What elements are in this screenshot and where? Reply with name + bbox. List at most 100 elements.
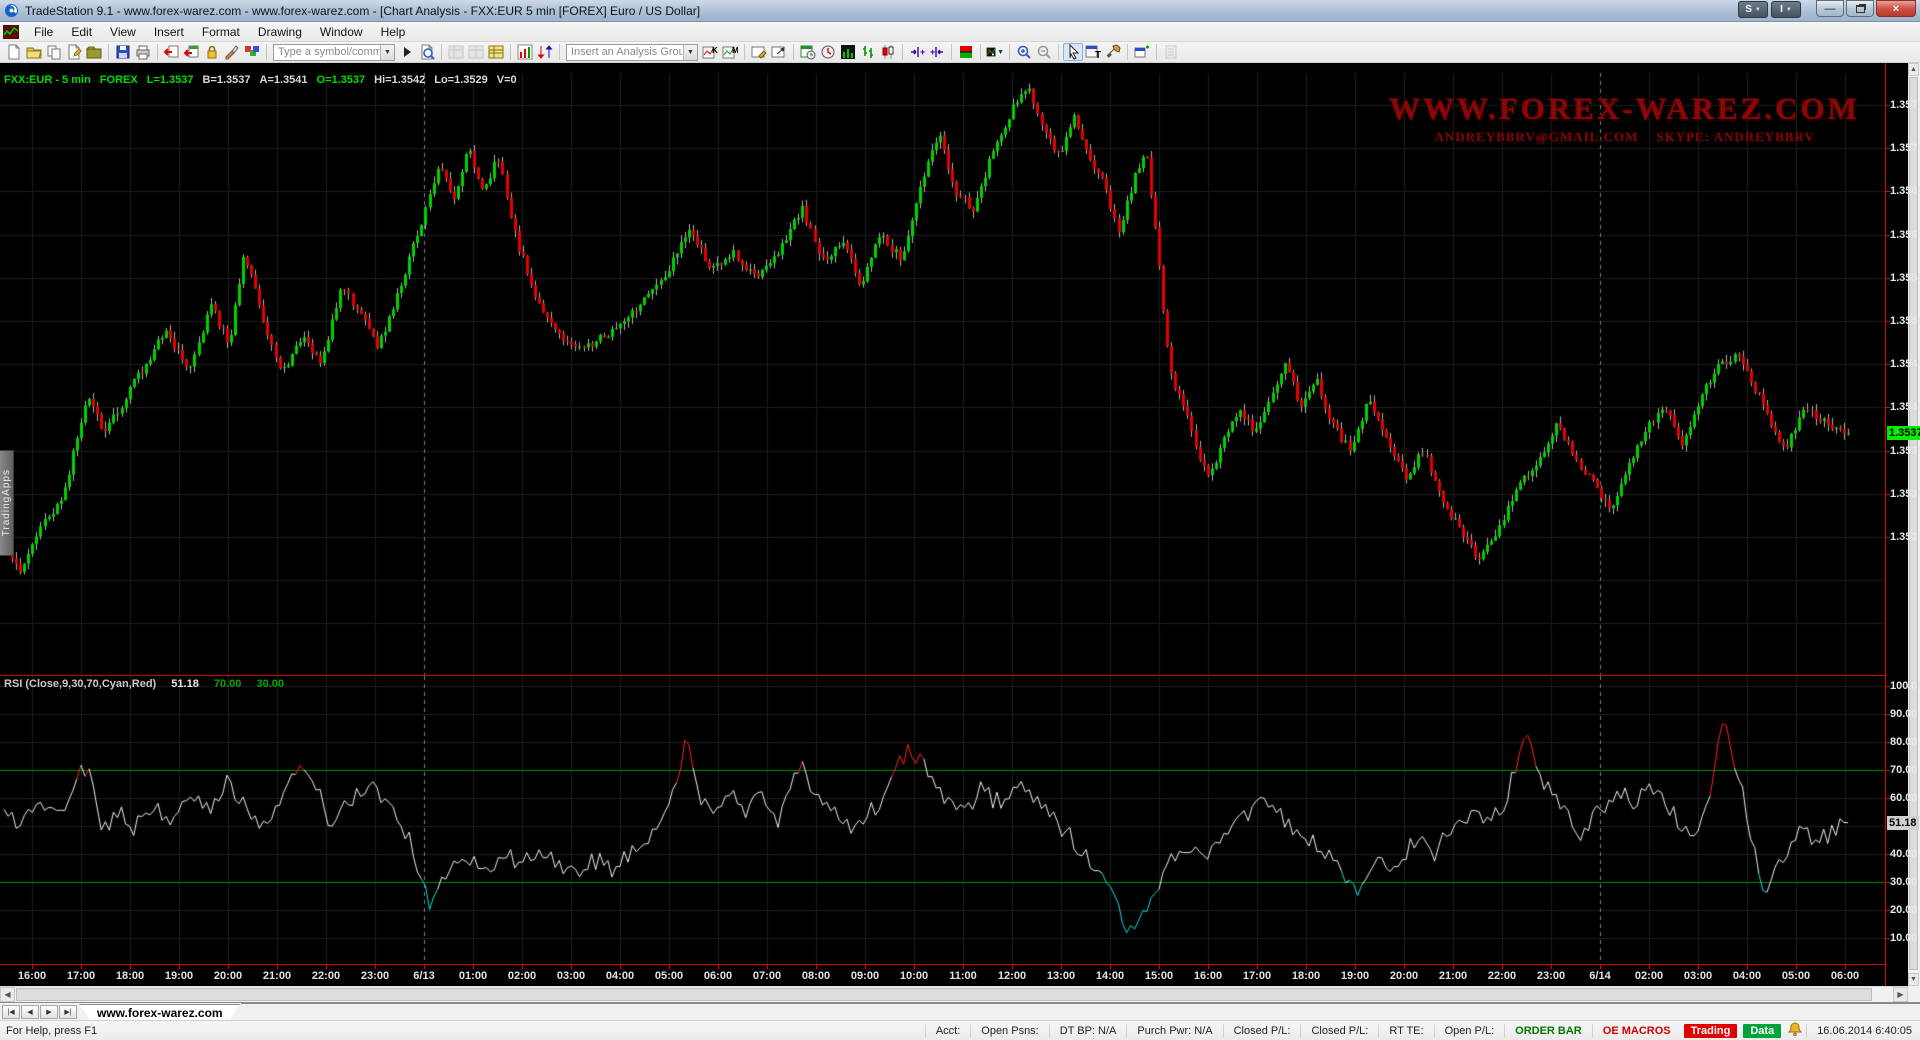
- chevron-down-icon[interactable]: ▼: [683, 45, 697, 60]
- menu-drawing[interactable]: Drawing: [249, 23, 311, 41]
- analysis-group-input[interactable]: Insert an Analysis Group▼: [566, 44, 698, 61]
- export-data-icon[interactable]: [182, 43, 202, 61]
- save-icon[interactable]: [113, 43, 133, 61]
- menu-view[interactable]: View: [101, 23, 145, 41]
- axis-label: 10.00: [1890, 932, 1918, 944]
- save-page-icon[interactable]: [64, 43, 84, 61]
- toolbar-separator: [902, 44, 903, 60]
- strategy-quick-button[interactable]: S▼: [1738, 1, 1768, 18]
- toolbar-separator: [744, 44, 745, 60]
- open-workspace-icon[interactable]: [24, 43, 44, 61]
- next-tab-button[interactable]: ▶: [40, 1005, 58, 1019]
- sessions-icon[interactable]: [798, 43, 818, 61]
- time-tick: [81, 965, 82, 969]
- alert-bell-icon: [1788, 1022, 1802, 1039]
- indicator-quick-button[interactable]: I▼: [1771, 1, 1801, 18]
- new-workspace-icon[interactable]: [4, 43, 24, 61]
- first-tab-button[interactable]: |◀: [2, 1005, 20, 1019]
- compress-bars-icon[interactable]: +: [907, 43, 927, 61]
- bar-style-icon[interactable]: [858, 43, 878, 61]
- menu-items: FileEditViewInsertFormatDrawingWindowHel…: [25, 23, 414, 41]
- minimize-button[interactable]: —: [1816, 0, 1844, 17]
- time-label: 03:00: [1684, 970, 1712, 982]
- time-zone-icon[interactable]: [818, 43, 838, 61]
- price-chart-canvas[interactable]: [0, 73, 1885, 675]
- time-label: 15:00: [1145, 970, 1173, 982]
- import-data-icon[interactable]: [162, 43, 182, 61]
- window-title: TradeStation 9.1 - www.forex-warez.com -…: [25, 4, 700, 18]
- insert-strategy-icon[interactable]: M: [720, 43, 740, 61]
- chevron-down-icon: ▼: [1786, 7, 1792, 13]
- rsi-chart-canvas[interactable]: [0, 676, 1885, 964]
- axis-label: 80.00: [1890, 736, 1918, 748]
- vertical-scroll-thumb[interactable]: [1909, 77, 1918, 970]
- new-window-icon[interactable]: [1132, 43, 1152, 61]
- format-analysis-icon[interactable]: [769, 43, 789, 61]
- menu-help[interactable]: Help: [372, 23, 415, 41]
- status-segment: ORDER BAR: [1504, 1024, 1592, 1038]
- time-tick: [1453, 965, 1454, 969]
- insert-indicator-icon[interactable]: K: [700, 43, 720, 61]
- text-tool-icon[interactable]: T: [1083, 43, 1103, 61]
- scroll-up-button[interactable]: ▲: [1908, 63, 1919, 76]
- format-painter-icon[interactable]: [222, 43, 242, 61]
- symbol-lookup-icon[interactable]: [417, 43, 437, 61]
- chart-analysis-icon[interactable]: [515, 43, 535, 61]
- menu-edit[interactable]: Edit: [62, 23, 101, 41]
- rsi-name: RSI (Close,9,30,70,Cyan,Red): [4, 678, 156, 690]
- time-label: 23:00: [1537, 970, 1565, 982]
- axis-label: 1.3540: [1890, 401, 1920, 413]
- zoom-out-icon[interactable]: [1034, 43, 1054, 61]
- candle-style-icon[interactable]: [878, 43, 898, 61]
- quote-board-icon[interactable]: [486, 43, 506, 61]
- order-bar-icon[interactable]: [956, 43, 976, 61]
- restore-button[interactable]: [1846, 0, 1874, 17]
- time-label: 06:00: [704, 970, 732, 982]
- expand-bars-icon[interactable]: +: [927, 43, 947, 61]
- menu-insert[interactable]: Insert: [145, 23, 193, 41]
- menu-format[interactable]: Format: [193, 23, 249, 41]
- horizontal-scrollbar[interactable]: ◀ ▶: [0, 986, 1908, 1002]
- print-icon[interactable]: [133, 43, 153, 61]
- time-tick: [571, 965, 572, 969]
- symbol-command-input[interactable]: Type a symbol/command▼: [273, 44, 395, 61]
- pointer-tool-icon[interactable]: [1063, 43, 1083, 61]
- trading-apps-tab[interactable]: TradingApps: [0, 450, 14, 556]
- status-badge-data: Data: [1743, 1024, 1781, 1038]
- workspace-tab-active[interactable]: www.forex-warez.com: [79, 1004, 241, 1021]
- time-tick: [473, 965, 474, 969]
- toolbar-separator: [108, 44, 109, 60]
- close-workspace-icon[interactable]: [84, 43, 104, 61]
- menu-file[interactable]: File: [25, 23, 62, 41]
- time-tick: [669, 965, 670, 969]
- zoom-in-icon[interactable]: [1014, 43, 1034, 61]
- time-tick: [620, 965, 621, 969]
- drawing-objects-icon[interactable]: ▼: [985, 43, 1005, 61]
- sort-icon[interactable]: [535, 43, 555, 61]
- lock-icon[interactable]: [202, 43, 222, 61]
- format-colors-icon[interactable]: [242, 43, 262, 61]
- scroll-left-button[interactable]: ◀: [0, 987, 15, 1002]
- price-axis[interactable]: 1.35751.35701.35651.35601.35551.35501.35…: [1885, 63, 1908, 986]
- go-arrow-icon[interactable]: [397, 43, 417, 61]
- symbol-status-line: FXX:EUR - 5 minFOREXL=1.3537B=1.3537A=1.…: [4, 74, 526, 86]
- chevron-down-icon: ▼: [1755, 7, 1761, 13]
- scroll-right-button[interactable]: ▶: [1893, 987, 1908, 1002]
- scroll-down-button[interactable]: ▼: [1908, 973, 1919, 986]
- menu-window[interactable]: Window: [311, 23, 372, 41]
- axis-label: 1.3560: [1890, 229, 1920, 241]
- prev-tab-button[interactable]: ◀: [21, 1005, 39, 1019]
- horizontal-scroll-thumb[interactable]: [16, 988, 1872, 1001]
- time-tick: [1600, 965, 1601, 969]
- status-bar: For Help, press F1 Acct:Open Psns:DT BP:…: [0, 1020, 1920, 1040]
- scrollbar-corner: [1908, 986, 1920, 1002]
- toolbox-icon[interactable]: [1103, 43, 1123, 61]
- workspaces-icon[interactable]: [44, 43, 64, 61]
- chevron-down-icon[interactable]: ▼: [380, 45, 394, 60]
- time-label: 17:00: [67, 970, 95, 982]
- close-button[interactable]: ×: [1876, 0, 1916, 17]
- chevron-down-icon[interactable]: ▼: [997, 49, 1004, 56]
- format-symbol-icon[interactable]: [749, 43, 769, 61]
- volume-chart-icon[interactable]: [838, 43, 858, 61]
- last-tab-button[interactable]: ▶|: [59, 1005, 77, 1019]
